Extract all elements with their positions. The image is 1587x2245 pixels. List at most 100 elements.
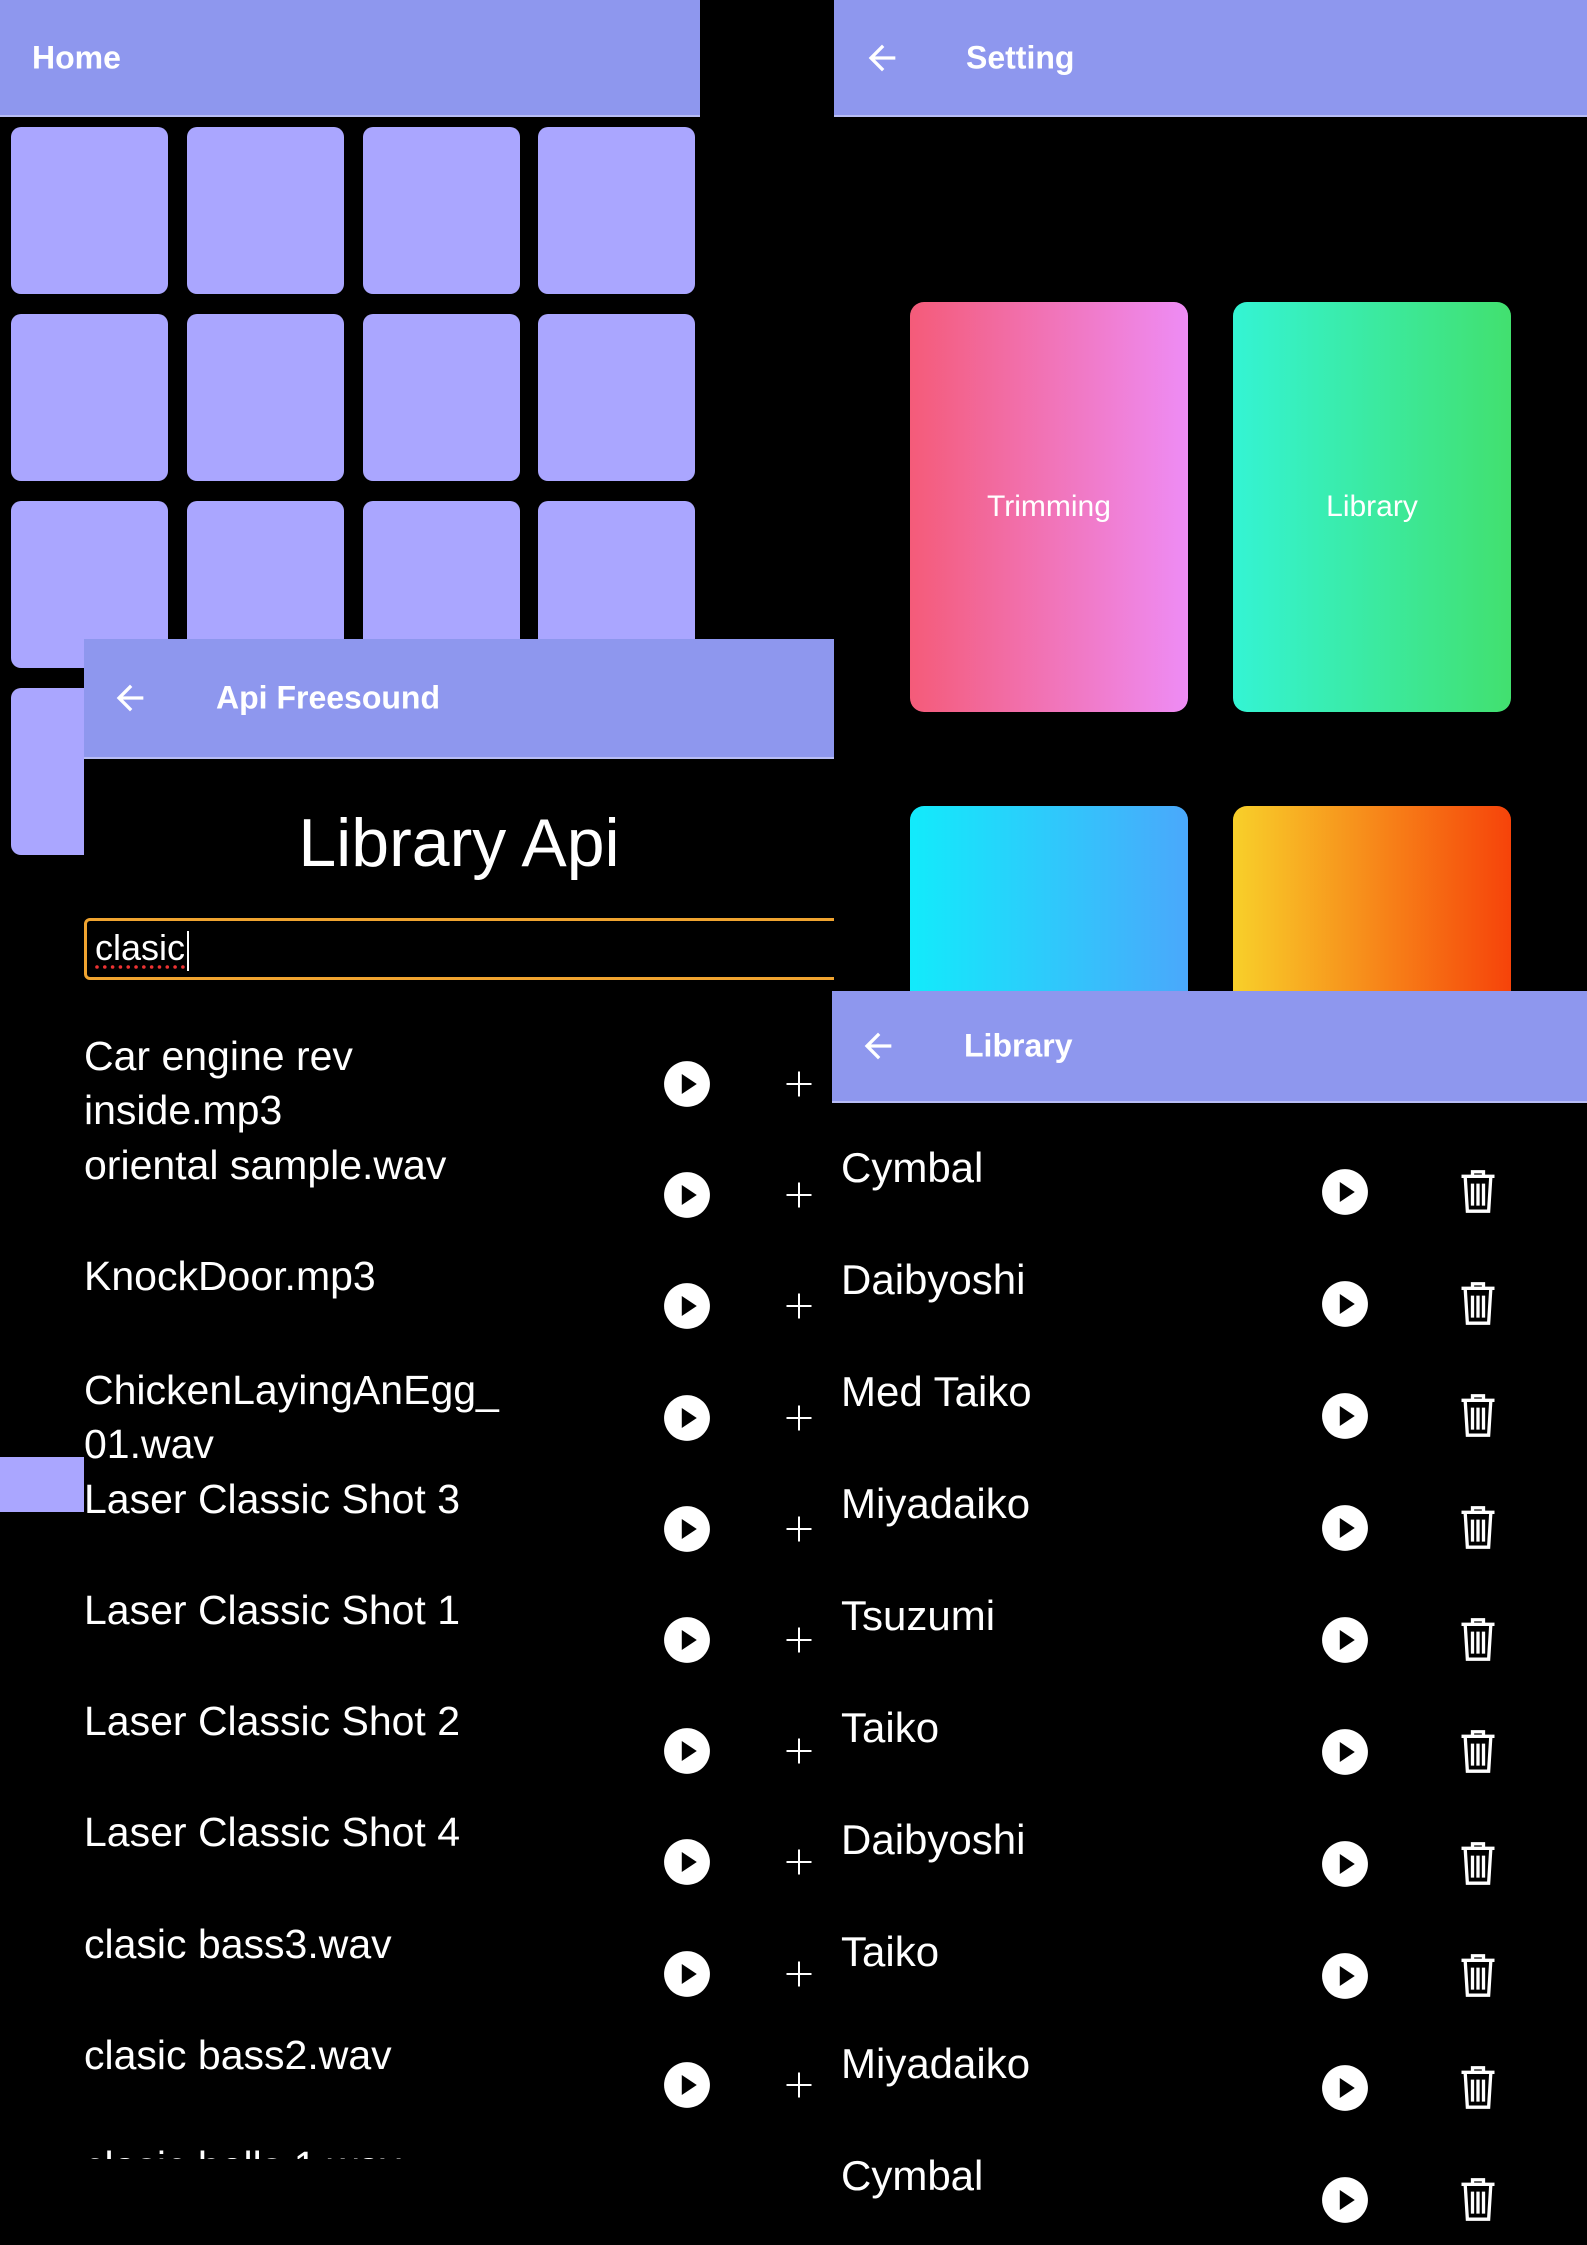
api-result-row: Laser Classic Shot 2 <box>84 1696 834 1807</box>
play-icon[interactable] <box>1320 1951 1370 2001</box>
sound-pad[interactable] <box>363 314 520 481</box>
api-result-name: KnockDoor.mp3 <box>84 1249 376 1303</box>
play-icon[interactable] <box>1320 1279 1370 1329</box>
api-result-list: Car engine rev inside.mp3 oriental sample.… <box>84 639 834 2159</box>
plus-icon[interactable] <box>784 1403 814 1433</box>
play-icon[interactable] <box>662 1170 712 1220</box>
library-app-bar: Library <box>832 991 1587 1103</box>
api-result-name-line2: inside.mp3 <box>84 1087 283 1133</box>
play-icon[interactable] <box>662 1949 712 1999</box>
sound-pad[interactable] <box>0 1457 84 1512</box>
plus-icon[interactable] <box>784 1736 814 1766</box>
play-icon[interactable] <box>1320 1391 1370 1441</box>
api-result-name: ChickenLayingAnEgg_ 01.wav <box>84 1363 499 1471</box>
plus-icon[interactable] <box>784 2070 814 2100</box>
library-item-row: Tsuzumi <box>832 1591 1587 1703</box>
plus-icon[interactable] <box>784 1514 814 1544</box>
plus-icon[interactable] <box>784 1959 814 1989</box>
api-result-name: Laser Classic Shot 4 <box>84 1805 460 1859</box>
api-result-row: oriental sample.wav <box>84 1140 834 1251</box>
library-item-name: Daibyoshi <box>841 1256 1026 1303</box>
api-result-row: clasic bass3.wav <box>84 1919 834 2030</box>
play-icon[interactable] <box>1320 1167 1370 1217</box>
library-item-row: Med Taiko <box>832 1367 1587 1479</box>
api-result-name-line1: clasic bass3.wav <box>84 1920 392 1967</box>
play-icon[interactable] <box>1320 2175 1370 2225</box>
home-title: Home <box>32 39 121 75</box>
trimming-card-label: Trimming <box>987 490 1111 523</box>
play-icon[interactable] <box>662 2060 712 2110</box>
library-item-name: Cymbal <box>841 1144 984 1191</box>
sound-pad[interactable] <box>11 314 168 481</box>
play-icon[interactable] <box>662 1504 712 1554</box>
home-app-bar: Home <box>0 0 700 117</box>
library-item-name: Cymbal <box>841 2152 984 2199</box>
api-result-name: Laser Classic Shot 2 <box>84 1694 460 1748</box>
plus-icon[interactable] <box>784 1847 814 1877</box>
trash-icon[interactable] <box>1456 1391 1500 1439</box>
plus-icon[interactable] <box>784 1180 814 1210</box>
api-result-name: oriental sample.wav <box>84 1138 446 1192</box>
library-item-name: Tsuzumi <box>841 1592 996 1639</box>
api-result-name-line1: clasic bells 1.wav <box>84 2139 401 2159</box>
api-result-row: clasic bass2.wav <box>84 2030 834 2141</box>
trash-icon[interactable] <box>1456 1279 1500 1327</box>
trash-icon[interactable] <box>1456 1727 1500 1775</box>
play-icon[interactable] <box>1320 2063 1370 2113</box>
plus-icon[interactable] <box>784 1625 814 1655</box>
setting-screen: Setting Trimming Library <box>834 0 1587 1026</box>
api-result-name-line1: ChickenLayingAnEgg_ <box>84 1366 499 1413</box>
sound-pad[interactable] <box>538 127 695 294</box>
trash-icon[interactable] <box>1456 1951 1500 1999</box>
sound-pad[interactable] <box>363 127 520 294</box>
api-result-row: KnockDoor.mp3 <box>84 1251 834 1362</box>
trash-icon[interactable] <box>1456 2175 1500 2223</box>
trash-icon[interactable] <box>1456 1503 1500 1551</box>
api-result-row: clasic bells 1.wav <box>84 2141 834 2159</box>
library-item-name: Med Taiko <box>841 1368 1032 1415</box>
library-item-row: Cymbal <box>832 2151 1587 2245</box>
sound-pad[interactable] <box>187 127 344 294</box>
play-icon[interactable] <box>662 1615 712 1665</box>
api-result-name: clasic bass3.wav <box>84 1917 392 1971</box>
play-icon[interactable] <box>662 1281 712 1331</box>
trash-icon[interactable] <box>1456 1615 1500 1663</box>
api-result-name-line1: Laser Classic Shot 2 <box>84 1698 461 1745</box>
play-icon[interactable] <box>662 1059 712 1109</box>
library-item-name: Taiko <box>841 1928 940 1975</box>
library-item-row: Miyadaiko <box>832 1479 1587 1591</box>
api-result-name-line1: Laser Classic Shot 3 <box>84 1475 461 1522</box>
library-item-name: Daibyoshi <box>841 1816 1026 1863</box>
api-result-row: Laser Classic Shot 4 <box>84 1807 834 1918</box>
sound-pad[interactable] <box>11 127 168 294</box>
sound-pad[interactable] <box>538 314 695 481</box>
play-icon[interactable] <box>1320 1727 1370 1777</box>
play-icon[interactable] <box>662 1393 712 1443</box>
library-title: Library <box>964 1027 1073 1064</box>
play-icon[interactable] <box>1320 1839 1370 1889</box>
trash-icon[interactable] <box>1456 1167 1500 1215</box>
plus-icon[interactable] <box>784 1291 814 1321</box>
library-item-row: Taiko <box>832 1927 1587 2039</box>
back-arrow-icon[interactable] <box>862 38 902 78</box>
play-icon[interactable] <box>1320 1615 1370 1665</box>
library-item-name: Miyadaiko <box>841 1480 1031 1527</box>
trimming-card[interactable]: Trimming <box>910 302 1188 712</box>
play-icon[interactable] <box>662 1726 712 1776</box>
library-card-label: Library <box>1326 490 1418 523</box>
library-item-row: Cymbal <box>832 1143 1587 1255</box>
back-arrow-icon[interactable] <box>858 1026 898 1066</box>
library-item-name: Taiko <box>841 1704 940 1751</box>
library-item-row: Daibyoshi <box>832 1815 1587 1927</box>
play-icon[interactable] <box>1320 1503 1370 1553</box>
library-item-row: Daibyoshi <box>832 1255 1587 1367</box>
api-result-row: Car engine rev inside.mp3 <box>84 1029 834 1140</box>
library-card[interactable]: Library <box>1233 302 1511 712</box>
library-screen: Library Cymbal Daibyoshi Med Taiko Miyadaik… <box>832 991 1587 2245</box>
trash-icon[interactable] <box>1456 1839 1500 1887</box>
api-result-name-line1: Car engine rev <box>84 1033 353 1079</box>
trash-icon[interactable] <box>1456 2063 1500 2111</box>
plus-icon[interactable] <box>784 1069 814 1099</box>
sound-pad[interactable] <box>187 314 344 481</box>
play-icon[interactable] <box>662 1837 712 1887</box>
